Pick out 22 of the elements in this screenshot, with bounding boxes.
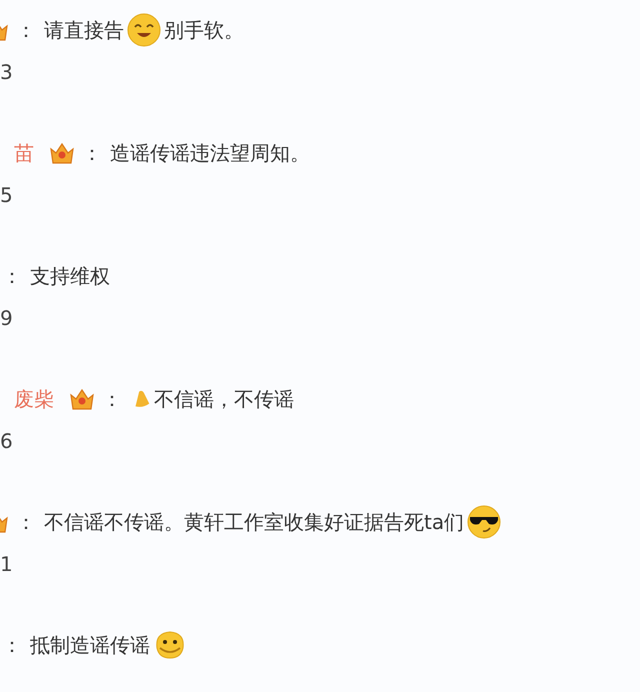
comment-text: 不信谣，不传谣 <box>154 386 294 412</box>
user-name[interactable]: 废柴 <box>14 386 54 412</box>
comment-text: 支持维权 <box>30 262 110 290</box>
comment-text: 请直接告 <box>44 16 124 44</box>
sunglasses-emoji-icon <box>467 505 502 539</box>
like-count: 1 <box>0 552 13 576</box>
user-name[interactable]: 苗 <box>14 140 34 166</box>
like-count: 9 <box>0 306 13 330</box>
comment-text: 不信谣不传谣。黄轩工作室收集好证据告死ta们 <box>44 508 464 536</box>
colon: ： <box>102 386 122 412</box>
like-count: 6 <box>0 429 13 453</box>
colon: ： <box>2 262 22 290</box>
colon: ： <box>82 140 102 166</box>
like-count: 3 <box>0 60 13 84</box>
comment-text: 造谣传谣违法望周知。 <box>110 140 310 166</box>
smile-emoji-icon <box>127 13 161 47</box>
like-count: 5 <box>0 183 13 207</box>
colon: ： <box>16 16 36 44</box>
colon: ： <box>16 508 36 536</box>
comment-text: 抵制造谣传谣 <box>30 632 150 658</box>
comment-text: 别手软。 <box>164 16 244 44</box>
colon: ： <box>2 632 22 658</box>
